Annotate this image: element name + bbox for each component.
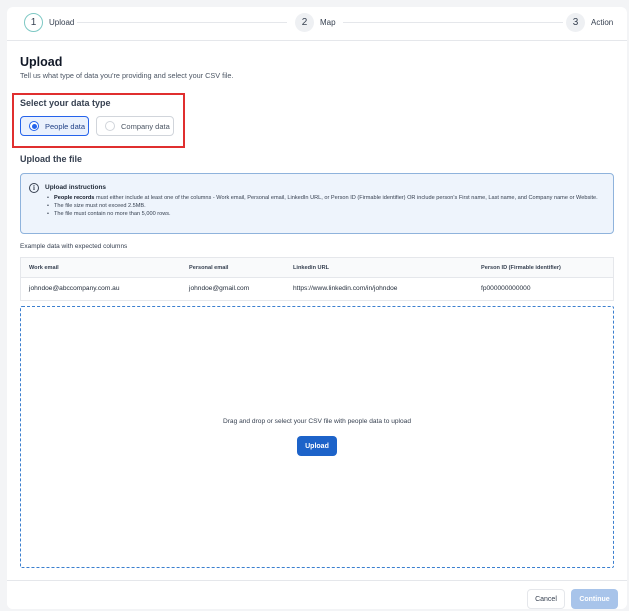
upload-instructions-panel: i Upload instructions People records mus… xyxy=(20,173,614,234)
instructions-list: People records must either include at le… xyxy=(45,194,607,218)
column-header: Work email xyxy=(29,265,59,271)
page-title: Upload xyxy=(20,55,63,69)
footer: Cancel Continue xyxy=(7,580,627,609)
column-header: Person ID (Firmable identifier) xyxy=(481,265,561,271)
upload-window: 1 Upload 2 Map 3 Action Upload Tell us w… xyxy=(7,7,627,609)
upload-section-title: Upload the file xyxy=(20,154,83,164)
data-type-title: Select your data type xyxy=(20,98,111,108)
table-cell: johndoe@gmail.com xyxy=(189,285,250,292)
step-map[interactable]: 2 Map xyxy=(295,13,336,32)
step-label: Action xyxy=(591,18,614,27)
company-data-label: Company data xyxy=(121,121,170,131)
cancel-button[interactable]: Cancel xyxy=(527,589,565,609)
step-connector xyxy=(343,22,563,23)
radio-unchecked-icon xyxy=(105,121,115,131)
dropzone-text: Drag and drop or select your CSV file wi… xyxy=(222,418,412,425)
table-cell: https://www.linkedin.com/in/johndoe xyxy=(293,285,398,292)
step-action[interactable]: 3 Action xyxy=(566,13,613,32)
column-header: Linkedin URL xyxy=(293,265,330,271)
step-number: 1 xyxy=(24,13,43,32)
instruction-item: The file must contain no more than 5,000… xyxy=(45,210,607,218)
table-header-row: Work email Personal email Linkedin URL P… xyxy=(21,258,613,278)
step-number: 2 xyxy=(295,13,314,32)
page-subtitle: Tell us what type of data you're providi… xyxy=(20,71,234,80)
example-data-label: Example data with expected columns xyxy=(20,243,128,250)
step-upload[interactable]: 1 Upload xyxy=(24,13,74,32)
company-data-radio[interactable]: Company data xyxy=(96,116,174,136)
step-connector xyxy=(77,22,287,23)
step-label: Upload xyxy=(49,18,75,27)
table-cell: johndoe@abccompany.com.au xyxy=(29,285,120,292)
step-label: Map xyxy=(320,18,336,27)
continue-button[interactable]: Continue xyxy=(571,589,618,609)
stepper: 1 Upload 2 Map 3 Action xyxy=(7,7,627,41)
column-header: Personal email xyxy=(189,265,229,271)
people-data-radio[interactable]: People data xyxy=(20,116,89,136)
upload-button[interactable]: Upload xyxy=(297,436,337,456)
radio-checked-icon xyxy=(29,121,39,131)
info-icon: i xyxy=(29,183,39,193)
people-data-label: People data xyxy=(45,121,86,131)
instruction-item: People records must either include at le… xyxy=(45,194,607,202)
instruction-text: must either include at least one of the … xyxy=(94,195,598,201)
file-dropzone[interactable]: Drag and drop or select your CSV file wi… xyxy=(20,306,614,568)
instruction-item: The file size must not exceed 2.5MB. xyxy=(45,202,607,210)
instructions-title: Upload instructions xyxy=(45,184,107,191)
step-number: 3 xyxy=(566,13,585,32)
table-cell: fp000000000000 xyxy=(481,285,531,292)
instruction-bold: People records xyxy=(54,195,95,201)
example-table: Work email Personal email Linkedin URL P… xyxy=(20,257,614,301)
